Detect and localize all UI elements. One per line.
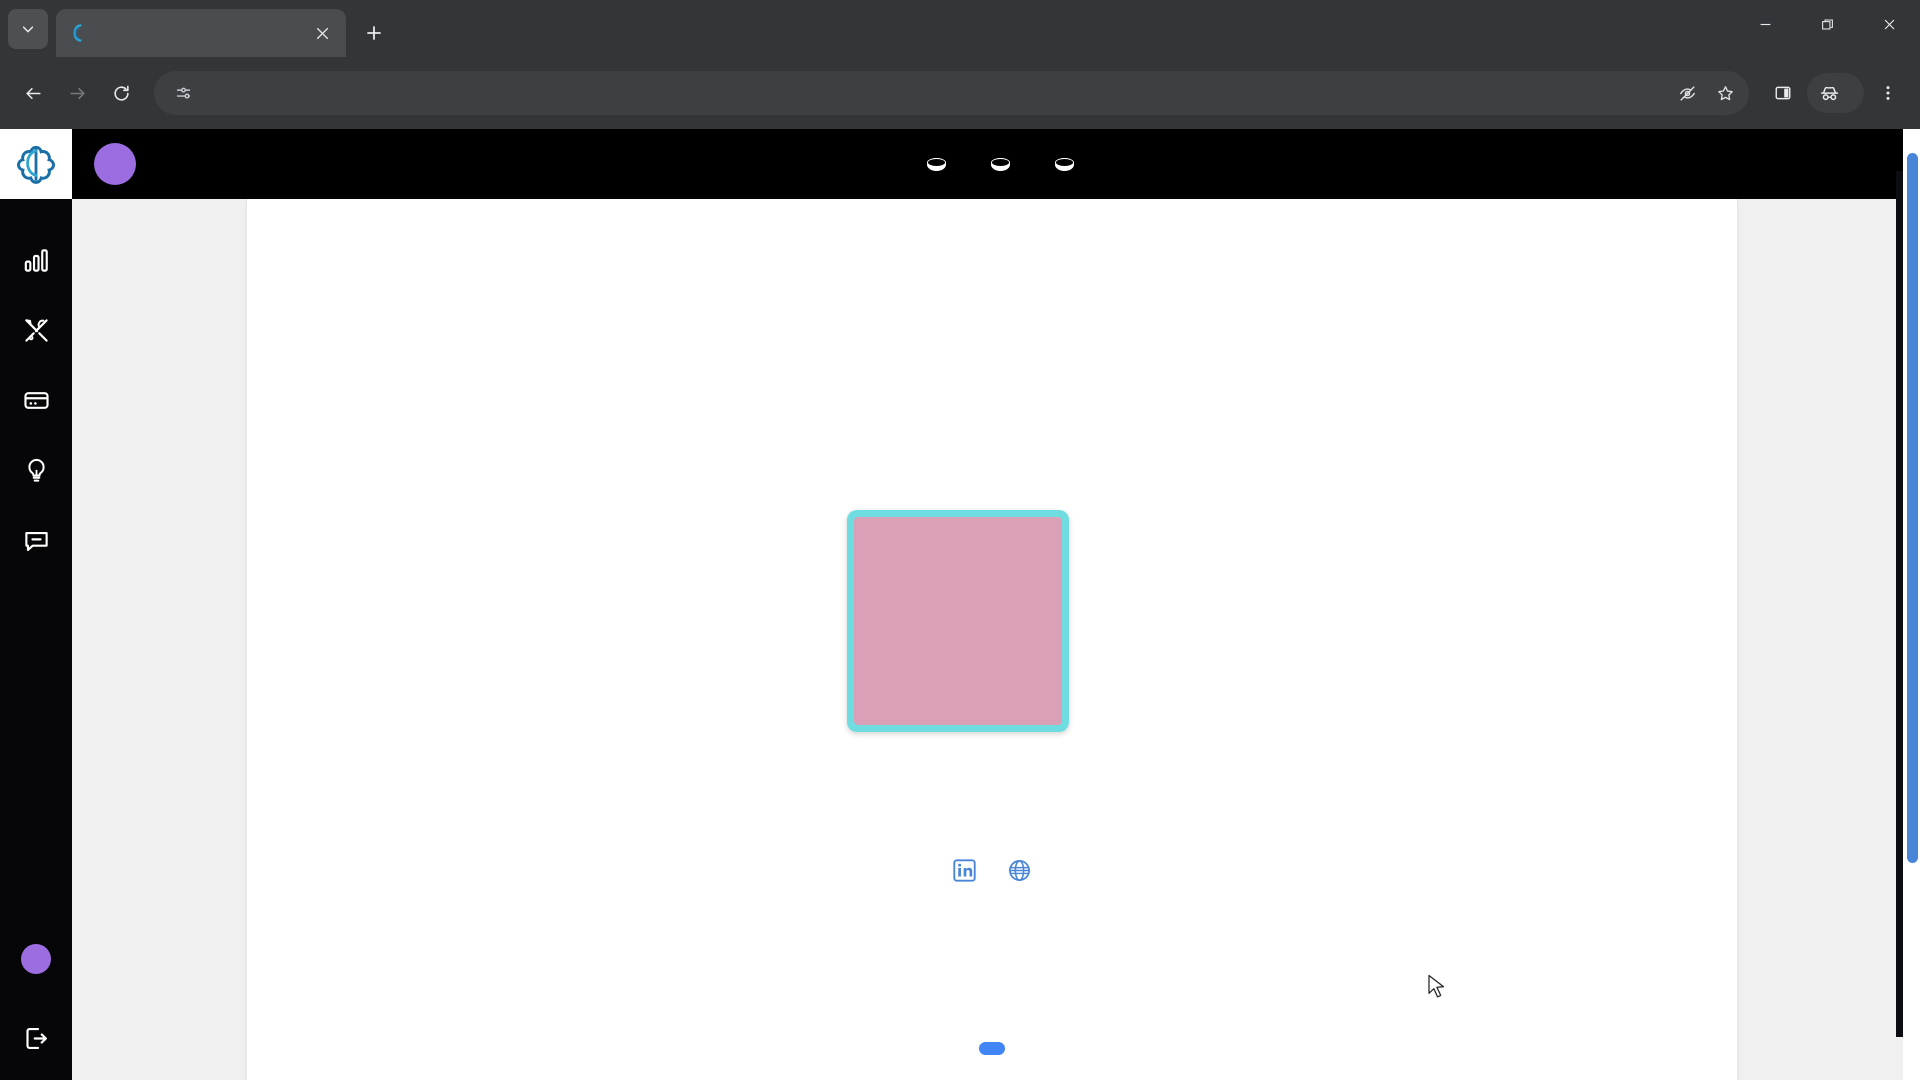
coin-icon — [991, 157, 1010, 171]
candidate-avatar-frame[interactable] — [847, 510, 1069, 732]
website-link[interactable] — [1007, 857, 1033, 883]
stat-candidates[interactable] — [982, 157, 1010, 171]
app-sidebar — [0, 129, 72, 1080]
eye-slash-icon — [1679, 85, 1695, 101]
sidebar-item-billing[interactable] — [0, 365, 72, 435]
sidebar-item-insights[interactable] — [0, 435, 72, 505]
page-edge-shade — [1896, 171, 1903, 1037]
sidebar-user-avatar[interactable] — [21, 944, 51, 974]
tab-search-button[interactable] — [8, 9, 48, 49]
incognito-indicator[interactable] — [1807, 73, 1864, 113]
page-scrollbar[interactable] — [1903, 129, 1920, 1080]
new-tab-button[interactable] — [356, 15, 392, 51]
header-stats — [72, 129, 1920, 199]
pixel-art-avatar — [854, 517, 1062, 725]
plus-icon — [367, 26, 381, 40]
kebab-menu-icon — [1886, 86, 1890, 100]
stat-tools[interactable] — [918, 157, 946, 171]
avatar — [94, 143, 136, 185]
star-icon — [1717, 85, 1733, 100]
bar-chart-icon — [24, 248, 48, 272]
arrow-right-icon — [69, 87, 85, 99]
back-button[interactable] — [12, 72, 54, 114]
linkedin-icon — [953, 858, 976, 882]
browser-toolbar — [0, 57, 1920, 129]
sidebar-item-dashboard[interactable] — [0, 225, 72, 295]
globe-icon — [1009, 859, 1030, 881]
app-header — [72, 129, 1920, 199]
browser-window — [0, 0, 1920, 1080]
bookmark-button[interactable] — [1707, 75, 1743, 111]
page-settings-icon[interactable] — [168, 78, 198, 108]
tab-strip — [0, 0, 1920, 57]
catalyst-clover-logo-icon — [17, 145, 55, 184]
coin-icon — [1055, 157, 1074, 171]
close-icon — [1884, 19, 1894, 29]
logout-button[interactable] — [0, 1010, 72, 1066]
restore-icon — [1821, 19, 1833, 29]
chevron-down-icon — [22, 26, 34, 33]
header-user[interactable] — [94, 143, 150, 185]
sidebar-item-tools[interactable] — [0, 295, 72, 365]
social-links — [247, 857, 1737, 883]
arrow-left-icon — [25, 87, 41, 99]
page-viewport — [0, 129, 1920, 1080]
credit-card-icon — [23, 391, 49, 409]
minimize-icon — [1760, 23, 1770, 25]
logout-icon — [25, 1027, 47, 1049]
app-logo[interactable] — [0, 129, 72, 199]
catalyst-logo-icon — [68, 23, 88, 43]
omnibox-actions — [1669, 75, 1743, 111]
coin-icon — [927, 157, 946, 171]
sidebar-item-messages[interactable] — [0, 505, 72, 575]
status-badge[interactable] — [979, 1042, 1005, 1055]
reload-icon — [113, 85, 129, 101]
tools-icon — [24, 318, 48, 342]
page-scrollbar-thumb[interactable] — [1907, 153, 1918, 863]
stat-referrers[interactable] — [1046, 157, 1074, 171]
candidate-profile-card — [247, 199, 1761, 1080]
window-controls — [1734, 0, 1920, 48]
forward-button[interactable] — [56, 72, 98, 114]
tracking-protection-button[interactable] — [1669, 75, 1705, 111]
incognito-icon — [1820, 86, 1839, 100]
side-panel-icon — [1775, 86, 1791, 100]
linkedin-link[interactable] — [952, 857, 978, 883]
window-maximize-button[interactable] — [1796, 0, 1858, 48]
candidate-avatar — [854, 517, 1062, 725]
window-minimize-button[interactable] — [1734, 0, 1796, 48]
address-bar[interactable] — [154, 71, 1749, 115]
lightbulb-icon — [27, 458, 45, 482]
window-close-button[interactable] — [1858, 0, 1920, 48]
main-content — [72, 199, 1920, 1080]
browser-tab-catalyst[interactable] — [56, 9, 346, 57]
close-icon — [316, 27, 328, 39]
chat-bubble-icon — [24, 531, 48, 551]
browser-menu-button[interactable] — [1868, 73, 1908, 113]
side-panel-button[interactable] — [1763, 73, 1803, 113]
sidebar-nav — [0, 225, 72, 575]
reload-button[interactable] — [100, 72, 142, 114]
toolbar-right-actions — [1763, 73, 1908, 113]
tab-close-button[interactable] — [310, 21, 334, 45]
